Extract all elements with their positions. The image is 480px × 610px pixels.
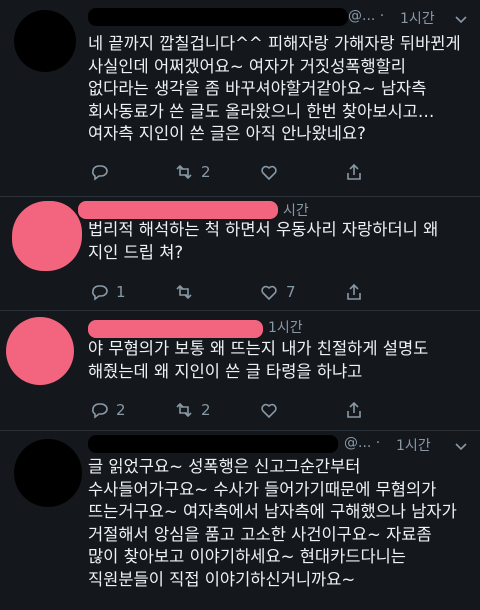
- tweet-actions: 2 2: [88, 398, 365, 422]
- chevron-down-icon[interactable]: [452, 10, 470, 28]
- tweet-text: 네 끝까지 깝칠겁니다^^ 피해자랑 가해자랑 뒤바뀐게 사실인데 어쩌겠어요~…: [88, 34, 461, 143]
- retweet-button[interactable]: [173, 281, 258, 303]
- retweet-button[interactable]: 2: [173, 161, 258, 183]
- handle-suffix: @... ·: [344, 435, 381, 451]
- avatar[interactable]: [12, 201, 82, 271]
- reply-count: 1: [116, 283, 126, 301]
- redacted-username: [88, 435, 338, 453]
- like-button[interactable]: 7: [258, 281, 343, 303]
- like-count: 7: [286, 283, 296, 301]
- reply-button[interactable]: [88, 161, 173, 183]
- tweet-actions: 1 7: [88, 280, 365, 304]
- redacted-username: [78, 201, 278, 219]
- reply-button[interactable]: 2: [88, 399, 173, 421]
- like-icon: [261, 285, 277, 301]
- chevron-down-icon[interactable]: [452, 437, 470, 455]
- tweet[interactable]: 시간 법리적 해석하는 척 하면서 우동사리 자랑하더니 왜 지인 드립 쳐? …: [0, 197, 480, 309]
- share-button[interactable]: [343, 281, 365, 303]
- like-icon: [261, 165, 277, 181]
- retweet-count: 2: [201, 401, 211, 419]
- reply-button[interactable]: 1: [88, 281, 173, 303]
- tweet-actions: 2: [88, 160, 365, 184]
- timestamp[interactable]: 시간: [283, 200, 309, 220]
- share-icon: [347, 283, 361, 300]
- redacted-username: [88, 8, 348, 26]
- reply-icon: [92, 403, 108, 419]
- tweet[interactable]: 1시간 야 무혐의가 보통 왜 뜨는지 내가 친절하게 설명도 해줬는데 왜 지…: [0, 311, 480, 429]
- retweet-icon: [176, 284, 192, 300]
- tweet[interactable]: @... · 1시간 글 읽었구요~ 성폭행은 신고그순간부터 수사들어가구요~…: [0, 431, 480, 610]
- share-button[interactable]: [343, 399, 365, 421]
- share-icon: [347, 401, 361, 418]
- timeline: { "tweets": [ { "header_suffix": "@... ·…: [0, 0, 480, 610]
- like-icon: [261, 403, 277, 419]
- reply-count: 2: [116, 401, 126, 419]
- tweet[interactable]: @... · 1시간 네 끝까지 깝칠겁니다^^ 피해자랑 가해자랑 뒤바뀐게 …: [0, 0, 480, 196]
- retweet-icon: [176, 402, 192, 418]
- redacted-username: [88, 320, 263, 338]
- avatar[interactable]: [6, 317, 74, 385]
- handle-suffix: @... ·: [348, 8, 385, 24]
- avatar[interactable]: [14, 10, 76, 72]
- reply-icon: [92, 285, 108, 301]
- tweet-text: 야 무혐의가 보통 왜 뜨는지 내가 친절하게 설명도 해줬는데 왜 지인이 쓴…: [88, 339, 429, 381]
- tweet-text: 글 읽었구요~ 성폭행은 신고그순간부터 수사들어가구요~ 수사가 들어가기때문…: [88, 457, 457, 589]
- like-button[interactable]: [258, 161, 343, 183]
- timestamp[interactable]: 1시간: [268, 317, 303, 337]
- timestamp[interactable]: 1시간: [400, 8, 435, 28]
- avatar[interactable]: [14, 439, 82, 507]
- timestamp[interactable]: 1시간: [396, 435, 431, 455]
- tweet-text: 법리적 해석하는 척 하면서 우동사리 자랑하더니 왜 지인 드립 쳐?: [88, 220, 439, 262]
- like-button[interactable]: [258, 399, 343, 421]
- retweet-count: 2: [201, 163, 211, 181]
- share-button[interactable]: [343, 161, 365, 183]
- share-icon: [347, 163, 361, 180]
- retweet-button[interactable]: 2: [173, 399, 258, 421]
- reply-icon: [92, 165, 108, 181]
- retweet-icon: [176, 164, 192, 180]
